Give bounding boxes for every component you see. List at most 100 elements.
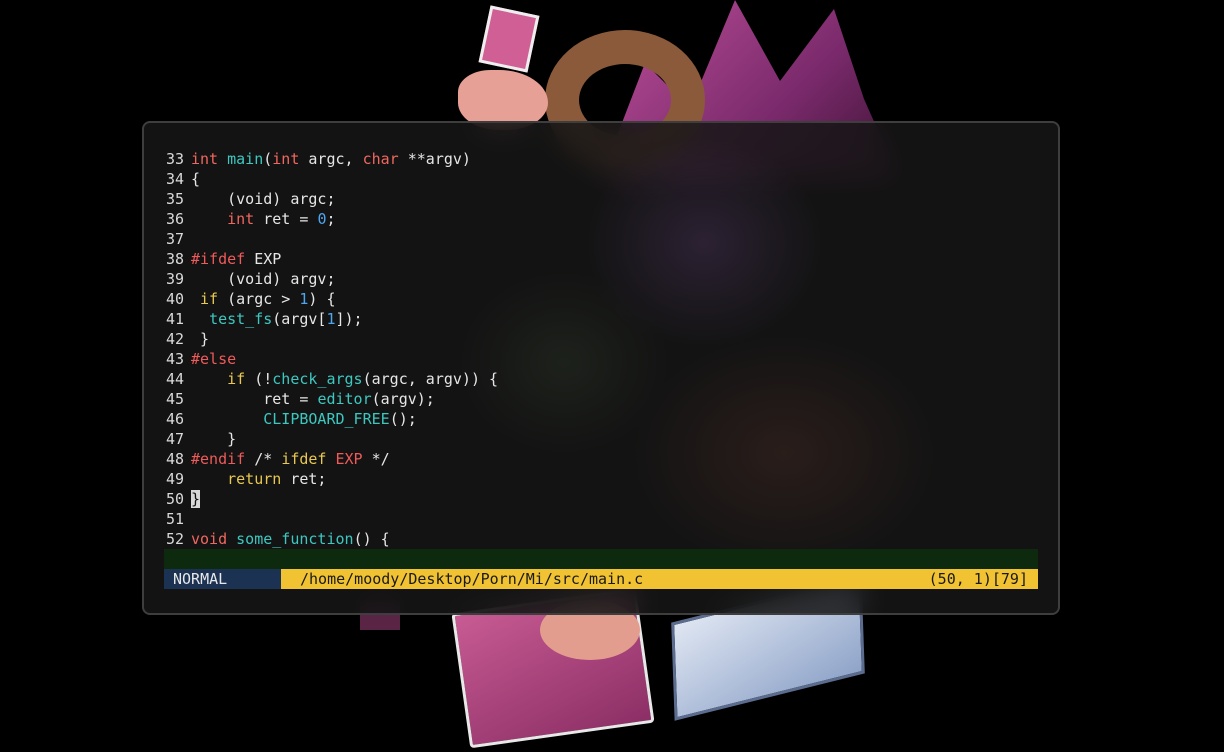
code-token: #endif (191, 450, 246, 468)
code-token: CLIPBOARD_FREE (263, 410, 390, 428)
code-line[interactable]: 34 { (164, 169, 1038, 189)
code-line[interactable]: 44 if (!check_args(argc, argv)) { (164, 369, 1038, 389)
code-token: char (362, 150, 399, 168)
file-path: /home/moody/Desktop/Porn/Mi/src/main.c (300, 570, 644, 588)
mode-indicator: NORMAL (164, 569, 281, 589)
code-token: argc, (299, 150, 363, 168)
line-number: 45 (165, 390, 184, 408)
code-token: test_fs (209, 310, 273, 328)
line-number: 35 (165, 190, 184, 208)
line-number: 43 (165, 350, 184, 368)
code-token: check_args (272, 370, 363, 388)
code-token: (void) argv; (191, 270, 336, 288)
line-number: 46 (165, 410, 184, 428)
code-line[interactable]: 37 (164, 229, 1038, 249)
code-line[interactable]: 47 } (164, 429, 1038, 449)
code-token: /* (245, 450, 282, 468)
line-number: 52 (165, 530, 184, 548)
status-line: NORMAL /home/moody/Desktop/Porn/Mi/src/m… (164, 569, 1038, 589)
code-token: (argc > (218, 290, 300, 308)
code-token: editor (317, 390, 372, 408)
line-number: 42 (165, 330, 184, 348)
command-line[interactable] (164, 549, 1038, 569)
code-token: (); (389, 410, 417, 428)
code-token: ) { (308, 290, 336, 308)
line-number: 51 (165, 510, 184, 528)
code-line[interactable]: 46 CLIPBOARD_FREE(); (164, 409, 1038, 429)
file-info-bar: /home/moody/Desktop/Porn/Mi/src/main.c (… (281, 569, 1038, 589)
code-line[interactable]: 48 #endif /* ifdef EXP */ (164, 449, 1038, 469)
code-token: ret; (281, 470, 327, 488)
code-token: ret = (254, 210, 318, 228)
code-token: (argv); (371, 390, 435, 408)
code-line[interactable]: 45 ret = editor(argv); (164, 389, 1038, 409)
code-line[interactable]: 40 if (argc > 1) { (164, 289, 1038, 309)
line-number: 47 (165, 430, 184, 448)
editor-buffer[interactable]: 33 int main(int argc, char **argv) 34{ 35… (164, 149, 1038, 549)
cursor-position: (50, 1)[79] (928, 570, 1028, 588)
line-number: 49 (165, 470, 184, 488)
code-token: () { (353, 530, 390, 548)
code-line[interactable]: 38 #ifdef EXP (164, 249, 1038, 269)
code-token: main (227, 150, 264, 168)
code-token: ; (326, 210, 336, 228)
line-number: 40 (165, 290, 184, 308)
code-token: #ifdef (191, 250, 246, 268)
code-token: 1 (326, 310, 336, 328)
code-line[interactable]: 36 int ret = 0; (164, 209, 1038, 229)
code-token: int (191, 150, 219, 168)
code-line[interactable]: 51 (164, 509, 1038, 529)
line-number: 34 (165, 170, 184, 188)
code-line[interactable]: 41 test_fs(argv[1]); (164, 309, 1038, 329)
code-line[interactable]: 33 int main(int argc, char **argv) (164, 149, 1038, 169)
code-token: ret = (191, 390, 318, 408)
code-token: EXP (335, 450, 363, 468)
code-token: int (272, 150, 300, 168)
code-token: (argc, argv)) { (362, 370, 499, 388)
line-number: 41 (165, 310, 184, 328)
code-token: { (191, 170, 201, 188)
line-number: 50 (165, 490, 184, 508)
code-token: int (227, 210, 255, 228)
code-token: ]); (335, 310, 363, 328)
wallpaper-card (478, 5, 540, 73)
code-line[interactable]: 49 return ret; (164, 469, 1038, 489)
code-line[interactable]: 52 void some_function() { (164, 529, 1038, 549)
terminal-window[interactable]: 33 int main(int argc, char **argv) 34{ 35… (142, 121, 1060, 615)
line-number: 36 (165, 210, 184, 228)
line-number: 44 (165, 370, 184, 388)
code-token: some_function (236, 530, 354, 548)
code-token: */ (362, 450, 390, 468)
code-token: return (227, 470, 282, 488)
line-number: 38 (165, 250, 184, 268)
code-line[interactable]: 35 (void) argc; (164, 189, 1038, 209)
code-token: if (200, 290, 219, 308)
text-cursor: } (191, 490, 201, 508)
code-line[interactable]: 42 } (164, 329, 1038, 349)
code-line[interactable]: 39 (void) argv; (164, 269, 1038, 289)
code-token: #else (191, 350, 237, 368)
code-token: **argv) (398, 150, 471, 168)
code-token: } (191, 330, 210, 348)
code-line-current[interactable]: 50} (164, 489, 1038, 509)
code-token: if (227, 370, 246, 388)
code-line[interactable]: 43 #else (164, 349, 1038, 369)
line-number: 39 (165, 270, 184, 288)
code-token: } (191, 430, 237, 448)
code-token: ( (263, 150, 273, 168)
code-token: (argv[ (272, 310, 327, 328)
code-token: (! (245, 370, 273, 388)
code-token: void (191, 530, 228, 548)
line-number: 33 (165, 150, 184, 168)
code-token: ifdef (281, 450, 327, 468)
line-number: 48 (165, 450, 184, 468)
